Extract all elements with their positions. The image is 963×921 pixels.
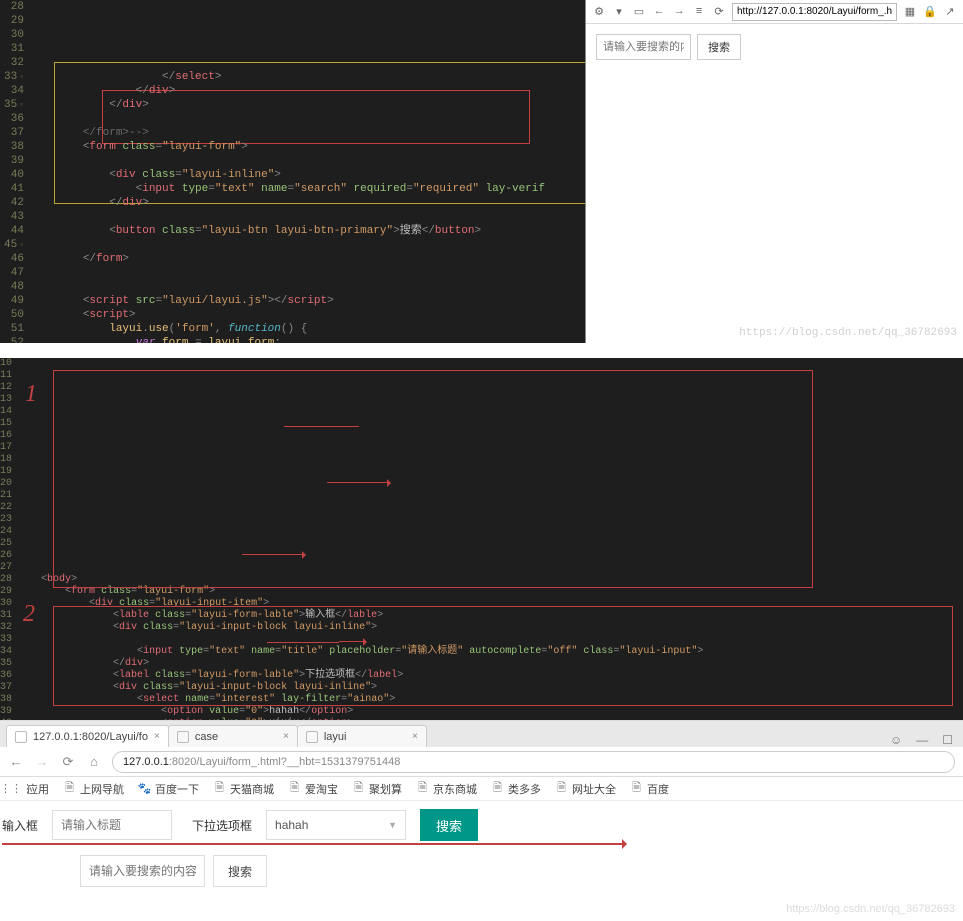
code-editor-2-panel: 1011121314151617181920212223242526272829… — [0, 358, 963, 720]
bookmark-item[interactable]: 🗎 类多多 — [491, 781, 541, 797]
bookmark-label: 聚划算 — [369, 781, 402, 797]
line-gutter-2: 1011121314151617181920212223242526272829… — [0, 358, 17, 720]
code-editor-1[interactable]: 2829303132333435363738394041424344454647… — [0, 0, 585, 343]
watermark-text: https://blog.csdn.net/qq_36782693 — [739, 327, 957, 339]
select-value: hahah — [275, 818, 308, 832]
favicon-icon — [15, 731, 27, 743]
tab-title: 127.0.0.1:8020/Layui/fo — [33, 731, 148, 743]
bookmarks-bar: ⋮⋮⋮应用 🗎上网导航 🐾百度一下 🗎天猫商城 🗎爱淘宝 🗎聚划算 🗎京东商城 … — [0, 777, 963, 801]
bookmark-item[interactable]: 🗎 聚划算 — [352, 781, 402, 797]
tab-2[interactable]: case × — [168, 725, 298, 747]
underline-layui-inline-1 — [284, 426, 359, 427]
tab-1[interactable]: 127.0.0.1:8020/Layui/fo × — [6, 725, 169, 747]
chevron-down-icon: ▼ — [388, 820, 397, 830]
forward-icon[interactable]: → — [672, 5, 686, 19]
preview-toolbar: ⚙ ▾ ▭ ← → ≡ ⟳ ▦ 🔒 ↗ — [586, 0, 963, 24]
form-2: 搜索 — [0, 843, 963, 887]
tab-title: layui — [324, 731, 347, 743]
close-icon[interactable]: × — [154, 731, 160, 742]
annotation-1: 1 — [25, 388, 37, 400]
bookmark-label: 应用 — [27, 781, 49, 797]
bookmark-label: 爱淘宝 — [305, 781, 338, 797]
select-label: 下拉选项框 — [192, 817, 252, 834]
favicon-icon — [177, 731, 189, 743]
line-gutter-1: 2829303132333435363738394041424344454647… — [0, 0, 30, 343]
bookmark-label: 上网导航 — [80, 781, 124, 797]
omnibox[interactable]: 127.0.0.1:8020/Layui/form_.html?__hbt=15… — [112, 751, 955, 773]
close-icon[interactable]: × — [283, 731, 289, 742]
watermark-text: https://blog.csdn.net/qq_36782693 — [786, 903, 955, 915]
bookmark-label: 网址大全 — [572, 781, 616, 797]
back-icon[interactable]: ← — [8, 754, 24, 770]
search-button-green[interactable]: 搜索 — [420, 809, 478, 841]
code-area-1[interactable]: </select> </div> </div> </form>--> <form… — [30, 0, 585, 343]
apps-shortcut[interactable]: ⋮⋮⋮ 应用 — [10, 781, 49, 797]
page-icon: 🗎 — [630, 782, 643, 795]
paw-icon: 🐾 — [138, 782, 151, 795]
preview-url-input[interactable] — [732, 3, 897, 21]
page-icon: 🗎 — [63, 782, 76, 795]
page-icon: 🗎 — [555, 782, 568, 795]
preview-search-button[interactable]: 搜索 — [697, 34, 741, 60]
bookmark-item[interactable]: 🗎 天猫商城 — [213, 781, 274, 797]
refresh-icon[interactable]: ⟳ — [712, 5, 726, 19]
bookmark-item[interactable]: 🗎 京东商城 — [416, 781, 477, 797]
tab-title: case — [195, 731, 218, 743]
arrow-lay-filter — [327, 482, 387, 483]
rendered-page: 输入框 下拉选项框 hahah ▼ 搜索 搜索 https://blog.csd… — [0, 801, 963, 921]
lock-icon[interactable]: 🔒 — [923, 5, 937, 19]
bookmark-item[interactable]: 🗎 百度 — [630, 781, 669, 797]
bookmark-item[interactable]: 🗎 上网导航 — [63, 781, 124, 797]
bookmark-item[interactable]: 🗎 爱淘宝 — [288, 781, 338, 797]
form-1: 输入框 下拉选项框 hahah ▼ 搜索 — [0, 807, 963, 843]
tab-bar: 127.0.0.1:8020/Layui/fo × case × layui ×… — [0, 721, 963, 747]
bookmark-item[interactable]: 🗎 网址大全 — [555, 781, 616, 797]
preview-body: 搜索 — [586, 24, 963, 343]
gear-icon[interactable]: ⚙ — [592, 5, 606, 19]
maximize-icon[interactable]: ☐ — [942, 733, 953, 747]
minimize-icon[interactable]: — — [916, 733, 928, 747]
page-icon: 🗎 — [416, 782, 429, 795]
tab-3[interactable]: layui × — [297, 725, 427, 747]
preview-pane: ⚙ ▾ ▭ ← → ≡ ⟳ ▦ 🔒 ↗ 搜索 https://blog.csdn… — [585, 0, 963, 343]
popout-icon[interactable]: ↗ — [943, 5, 957, 19]
bookmark-label: 天猫商城 — [230, 781, 274, 797]
bookmark-label: 百度一下 — [155, 781, 199, 797]
apps-icon: ⋮⋮⋮ — [10, 782, 23, 795]
input-label: 输入框 — [2, 817, 38, 834]
close-icon[interactable]: × — [412, 731, 418, 742]
search-input[interactable] — [80, 855, 205, 887]
interest-select[interactable]: hahah ▼ — [266, 810, 406, 840]
omnibox-host: 127.0.0.1 — [123, 756, 169, 768]
favicon-icon — [306, 731, 318, 743]
user-icon[interactable]: ☺ — [890, 733, 902, 747]
title-input[interactable] — [52, 810, 172, 840]
page-icon: 🗎 — [288, 782, 301, 795]
window-controls: ☺ — ☐ — [890, 733, 963, 747]
device-icon[interactable]: ▭ — [632, 5, 646, 19]
qr-icon[interactable]: ▦ — [903, 5, 917, 19]
bookmark-item[interactable]: 🐾 百度一下 — [138, 781, 199, 797]
omnibox-path: :8020/Layui/form_.html?__hbt=15313797514… — [169, 756, 401, 768]
arrow-layui-inline-2 — [242, 554, 302, 555]
page-icon: 🗎 — [213, 782, 226, 795]
search-button-plain[interactable]: 搜索 — [213, 855, 267, 887]
top-panel: 2829303132333435363738394041424344454647… — [0, 0, 963, 343]
page-icon: 🗎 — [352, 782, 365, 795]
page-icon: 🗎 — [491, 782, 504, 795]
reload-icon[interactable]: ⟳ — [60, 754, 76, 770]
address-bar: ← → ⟳ ⌂ 127.0.0.1:8020/Layui/form_.html?… — [0, 747, 963, 777]
stop-icon[interactable]: ≡ — [692, 5, 706, 19]
code-area-2[interactable]: 1 2 <body> <form class="layui-form"> <di… — [17, 358, 963, 720]
forward-icon[interactable]: → — [34, 754, 50, 770]
home-icon[interactable]: ⌂ — [86, 754, 102, 770]
preview-search-input[interactable] — [596, 34, 691, 60]
bookmark-label: 类多多 — [508, 781, 541, 797]
back-icon[interactable]: ← — [652, 5, 666, 19]
bookmark-label: 百度 — [647, 781, 669, 797]
caret-icon[interactable]: ▾ — [612, 5, 626, 19]
bookmark-label: 京东商城 — [433, 781, 477, 797]
browser-window: 127.0.0.1:8020/Layui/fo × case × layui ×… — [0, 720, 963, 921]
form1-highlight-box — [53, 370, 813, 588]
